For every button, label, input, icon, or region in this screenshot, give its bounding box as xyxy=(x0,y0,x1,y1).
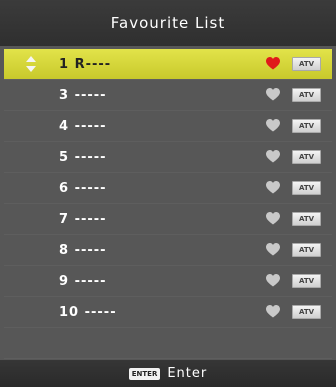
heart-icon[interactable] xyxy=(266,57,280,70)
channel-label: 4 ----- xyxy=(59,118,107,134)
channel-label: 1 R---- xyxy=(59,56,112,72)
channel-row[interactable]: 9 ----- ATV xyxy=(4,266,332,297)
channel-list: 1 R---- ATV 3 ----- ATV 4 ----- ATV 5 ----- ATV… xyxy=(0,49,336,359)
atv-badge: ATV xyxy=(292,212,321,226)
channel-label: 8 ----- xyxy=(59,242,107,258)
channel-row[interactable]: 6 ----- ATV xyxy=(4,173,332,204)
page-title: Favourite List xyxy=(110,14,226,32)
enter-hint-label: Enter xyxy=(167,366,208,381)
channel-label: 6 ----- xyxy=(59,180,107,196)
atv-badge: ATV xyxy=(292,305,321,319)
atv-badge: ATV xyxy=(292,119,321,133)
footer-hint-bar: ENTER Enter xyxy=(0,360,336,387)
empty-list-slot xyxy=(4,328,332,359)
atv-badge: ATV xyxy=(292,88,321,102)
channel-row[interactable]: 10 ----- ATV xyxy=(4,297,332,328)
atv-badge: ATV xyxy=(292,150,321,164)
atv-badge: ATV xyxy=(292,243,321,257)
channel-row[interactable]: 3 ----- ATV xyxy=(4,80,332,111)
heart-icon[interactable] xyxy=(266,243,280,256)
channel-label: 5 ----- xyxy=(59,149,107,165)
heart-icon[interactable] xyxy=(266,181,280,194)
heart-icon[interactable] xyxy=(266,274,280,287)
favourite-list-panel: Favourite List 1 R---- ATV 3 ----- ATV 4 ---… xyxy=(0,0,336,387)
heart-icon[interactable] xyxy=(266,212,280,225)
up-down-arrows-icon xyxy=(26,56,36,72)
heart-icon[interactable] xyxy=(266,119,280,132)
channel-row[interactable]: 4 ----- ATV xyxy=(4,111,332,142)
enter-key-icon: ENTER xyxy=(128,367,161,380)
channel-row[interactable]: 5 ----- ATV xyxy=(4,142,332,173)
channel-row[interactable]: 8 ----- ATV xyxy=(4,235,332,266)
channel-label: 9 ----- xyxy=(59,273,107,289)
channel-label: 7 ----- xyxy=(59,211,107,227)
heart-icon[interactable] xyxy=(266,88,280,101)
atv-badge: ATV xyxy=(292,181,321,195)
channel-label: 10 ----- xyxy=(59,304,117,320)
channel-label: 3 ----- xyxy=(59,87,107,103)
heart-icon[interactable] xyxy=(266,150,280,163)
channel-row[interactable]: 1 R---- ATV xyxy=(4,49,332,80)
atv-badge: ATV xyxy=(292,57,321,71)
atv-badge: ATV xyxy=(292,274,321,288)
favourite-list-header: Favourite List xyxy=(0,0,336,46)
channel-row[interactable]: 7 ----- ATV xyxy=(4,204,332,235)
heart-icon[interactable] xyxy=(266,305,280,318)
